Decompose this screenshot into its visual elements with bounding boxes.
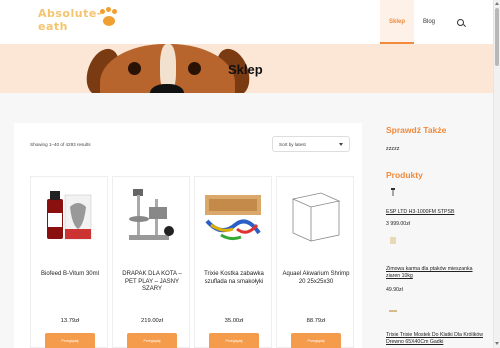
product-price: 35.00zł xyxy=(224,318,244,324)
sidebar-product-price: 49.90zł xyxy=(386,287,403,293)
product-card[interactable]: Aquael Akwarium Shrimp 20 25x25x30 88.79… xyxy=(276,176,354,348)
scrollbar-thumb[interactable] xyxy=(495,8,499,66)
product-name[interactable]: Aquael Akwarium Shrimp 20 25x25x30 xyxy=(281,271,351,286)
sidebar-heading-products: Produkty xyxy=(386,170,423,180)
nav-label-sklep: Sklep xyxy=(388,19,405,25)
view-product-button[interactable]: Przeglądaj xyxy=(45,333,95,348)
paw-logo-icon xyxy=(100,9,118,27)
sidebar-product-price: 3 999.00zł xyxy=(386,221,410,227)
page-banner: Sklep xyxy=(0,44,493,93)
chevron-down-icon xyxy=(339,143,343,146)
sidebar-text: zzzzz xyxy=(386,146,400,152)
product-card[interactable]: DRAPAK DLA KOTA – PET PLAY – JASNY SZARY… xyxy=(112,176,190,348)
nav-label-blog: Blog xyxy=(422,19,435,25)
product-name[interactable]: DRAPAK DLA KOTA – PET PLAY – JASNY SZARY xyxy=(117,271,187,294)
site-header: Absolute-eath Sklep Blog xyxy=(0,0,493,44)
scroll-down-arrow-icon[interactable] xyxy=(495,342,499,345)
nav-item-blog[interactable]: Blog xyxy=(418,0,440,44)
view-product-button[interactable]: Przeglądaj xyxy=(209,333,259,348)
page-scrollbar[interactable] xyxy=(493,0,500,348)
view-product-button[interactable]: Przeglądaj xyxy=(291,333,341,348)
product-image xyxy=(291,192,341,242)
product-name[interactable]: Biofeed B-Vitum 30ml xyxy=(35,271,105,279)
view-product-button[interactable]: Przeglądaj xyxy=(127,333,177,348)
shop-card: Showing 1–40 of 4293 results Sort by lat… xyxy=(14,123,362,348)
sidebar-product-link[interactable]: ESP LTD H3-1000FM STPSB xyxy=(386,209,486,216)
nav-item-sklep[interactable]: Sklep xyxy=(380,0,414,44)
product-thumbnail[interactable] xyxy=(388,306,398,316)
product-image xyxy=(205,195,261,241)
search-button[interactable] xyxy=(452,0,468,44)
product-card[interactable]: Trixie Kostka zabawka szuflada na smakoł… xyxy=(194,176,272,348)
sidebar-product-link[interactable]: Trixie Trixie Mostek Do Klatki Dla Króli… xyxy=(386,332,486,346)
product-thumbnail[interactable] xyxy=(388,235,398,245)
product-price: 219.00zł xyxy=(141,318,163,324)
sidebar-heading-check-also: Sprawdź Także xyxy=(386,125,447,135)
sort-select[interactable]: Sort by latest xyxy=(272,136,350,152)
dog-image-eye-left xyxy=(128,62,141,75)
sidebar-product-link[interactable]: Zimowa karma dla ptaków mieszanka ziaren… xyxy=(386,266,486,280)
product-card[interactable]: Biofeed B-Vitum 30ml 13.79zł Przeglądaj xyxy=(30,176,108,348)
dog-image-nose xyxy=(150,84,184,93)
search-icon xyxy=(456,18,464,26)
product-image xyxy=(129,189,174,240)
results-count: Showing 1–40 of 4293 results xyxy=(30,142,91,147)
page: Absolute-eath Sklep Blog Sklep Showing 1… xyxy=(0,0,500,348)
product-name[interactable]: Trixie Kostka zabawka szuflada na smakoł… xyxy=(199,271,269,286)
product-thumbnail[interactable] xyxy=(388,187,398,197)
scroll-up-arrow-icon[interactable] xyxy=(495,2,499,5)
product-price: 88.79zł xyxy=(306,318,326,324)
product-price: 13.79zł xyxy=(60,318,80,324)
page-title: Sklep xyxy=(228,62,263,77)
sort-select-value: Sort by latest xyxy=(279,141,306,147)
dog-image-eye-right xyxy=(188,62,201,75)
product-image xyxy=(47,191,92,240)
